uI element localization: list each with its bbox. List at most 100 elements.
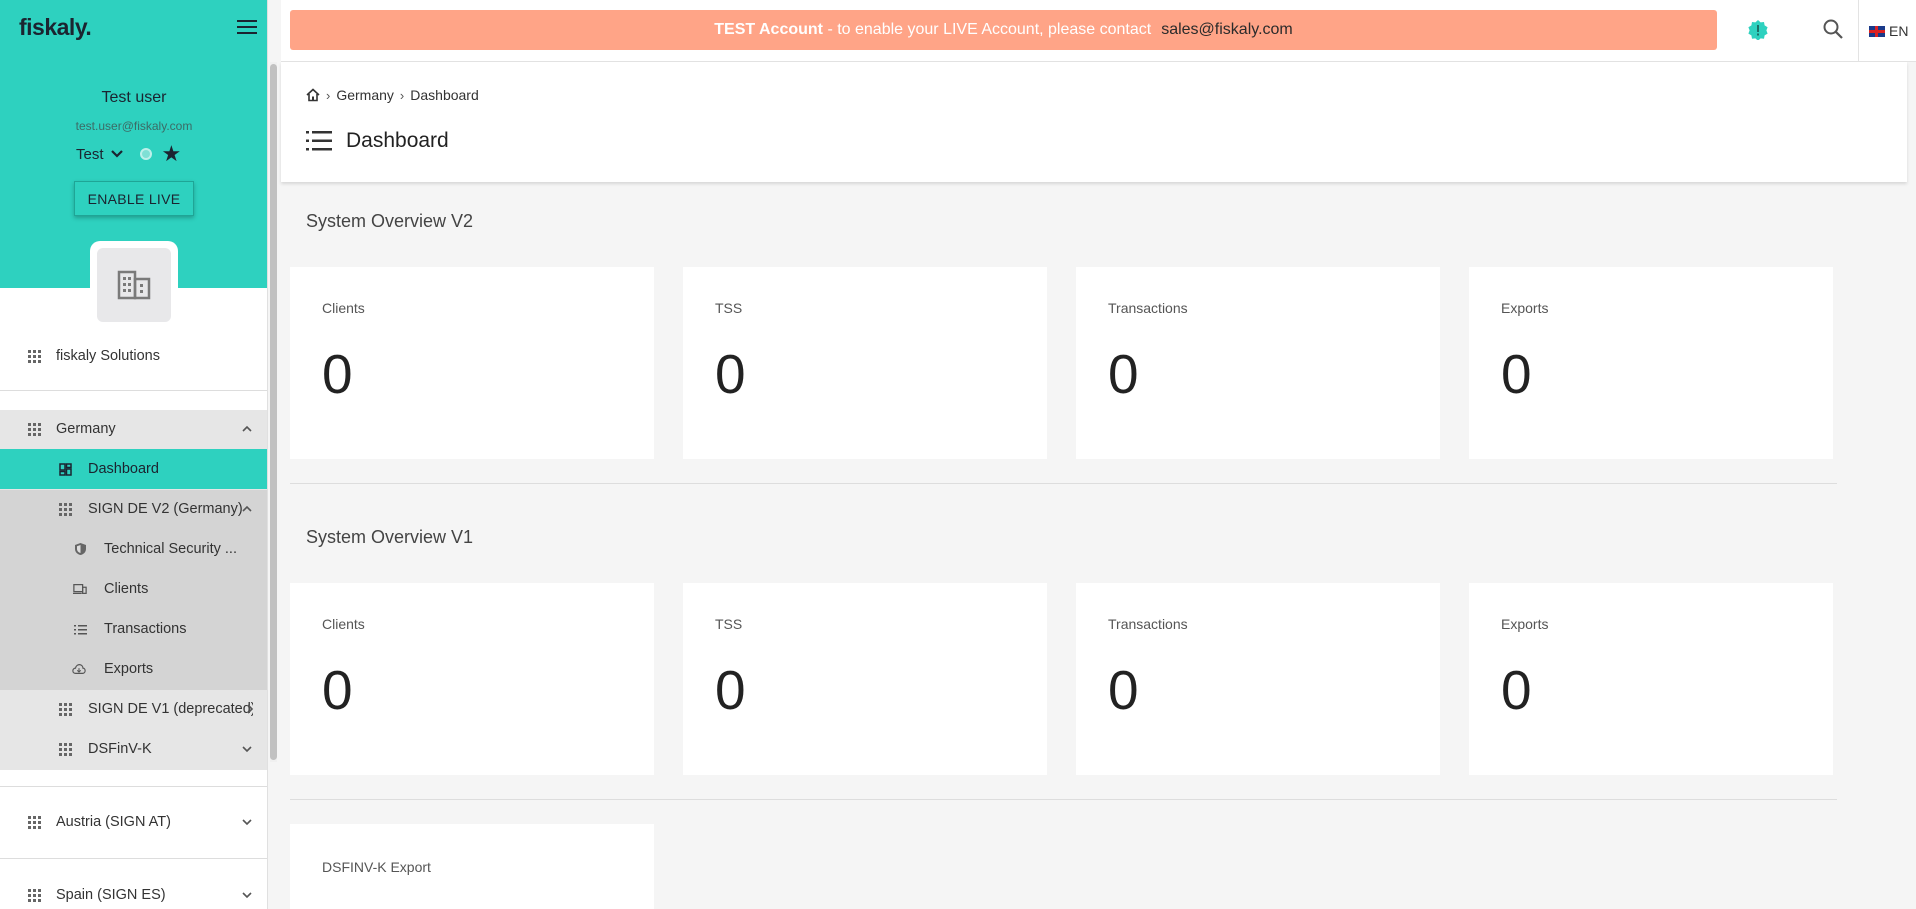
sidebar-item-clients[interactable]: Clients bbox=[0, 569, 267, 609]
building-icon bbox=[117, 270, 151, 300]
sidebar-scrollbar-thumb[interactable] bbox=[270, 64, 277, 760]
sidebar-item-germany[interactable]: Germany bbox=[0, 409, 267, 449]
stat-card-tss-v2[interactable]: TSS 0 bbox=[683, 267, 1047, 459]
chevron-right-icon: › bbox=[326, 87, 331, 103]
sidebar-item-label: fiskaly Solutions bbox=[56, 348, 160, 364]
chevron-up-icon bbox=[242, 425, 252, 432]
sidebar: fiskaly. Test user test.user@fiskaly.com… bbox=[0, 0, 268, 909]
sidebar-item-dashboard[interactable]: Dashboard bbox=[0, 449, 267, 489]
stat-label: Exports bbox=[1501, 616, 1549, 632]
sidebar-item-tss[interactable]: Technical Security ... bbox=[0, 529, 267, 569]
list-icon bbox=[73, 622, 87, 636]
dsfinvk-export-card[interactable]: DSFINV-K Export bbox=[290, 824, 654, 909]
environment-select[interactable]: Test bbox=[76, 146, 124, 163]
status-dot-icon bbox=[139, 148, 152, 160]
section-divider bbox=[290, 483, 1837, 484]
dashboard-icon bbox=[58, 462, 72, 476]
grid-icon bbox=[58, 702, 72, 716]
user-email: test.user@fiskaly.com bbox=[75, 119, 193, 133]
home-icon[interactable] bbox=[306, 88, 320, 102]
divider bbox=[0, 858, 267, 859]
stat-label: Clients bbox=[322, 300, 365, 316]
sidebar-item-org[interactable]: fiskaly Solutions bbox=[0, 336, 267, 376]
stat-value: 0 bbox=[322, 343, 353, 405]
stat-value: 0 bbox=[1108, 659, 1139, 721]
stat-card-exports-v1[interactable]: Exports 0 bbox=[1469, 583, 1833, 775]
page-title-row: Dashboard bbox=[306, 129, 449, 153]
numbered-list-icon bbox=[306, 131, 332, 151]
user-name: Test user bbox=[101, 89, 167, 106]
environment-row: Test ★ bbox=[76, 143, 181, 165]
section-divider bbox=[290, 799, 1837, 800]
page-header: › Germany › Dashboard Dashboard bbox=[281, 62, 1907, 182]
sidebar-item-spain[interactable]: Spain (SIGN ES) bbox=[0, 875, 267, 909]
sidebar-item-label: Germany bbox=[56, 421, 116, 437]
stat-label: DSFINV-K Export bbox=[322, 859, 431, 875]
stat-card-transactions-v2[interactable]: Transactions 0 bbox=[1076, 267, 1440, 459]
language-selector[interactable]: EN bbox=[1858, 0, 1908, 62]
grid-icon bbox=[27, 815, 41, 829]
chevron-down-icon bbox=[242, 819, 252, 826]
sidebar-item-dsfinvk[interactable]: DSFinV-K bbox=[0, 729, 267, 769]
cloud-download-icon bbox=[72, 662, 86, 676]
sidebar-item-exports[interactable]: Exports bbox=[0, 649, 267, 689]
breadcrumb: › Germany › Dashboard bbox=[306, 87, 479, 103]
grid-icon bbox=[58, 742, 72, 756]
stat-value: 0 bbox=[322, 659, 353, 721]
test-account-banner: TEST Account - to enable your LIVE Accou… bbox=[290, 10, 1717, 50]
shield-icon bbox=[73, 542, 87, 556]
sidebar-item-label: Dashboard bbox=[88, 461, 159, 477]
enable-live-button[interactable]: ENABLE LIVE bbox=[74, 181, 194, 216]
divider bbox=[0, 786, 267, 787]
fiskaly-logo[interactable]: fiskaly. bbox=[19, 14, 92, 41]
banner-text: - to enable your LIVE Account, please co… bbox=[823, 21, 1152, 38]
sidebar-item-label: Spain (SIGN ES) bbox=[56, 887, 166, 903]
menu-icon[interactable] bbox=[237, 20, 257, 36]
divider bbox=[0, 390, 267, 391]
stat-label: Transactions bbox=[1108, 616, 1188, 632]
stat-value: 0 bbox=[715, 343, 746, 405]
stat-card-clients-v2[interactable]: Clients 0 bbox=[290, 267, 654, 459]
stat-value: 0 bbox=[1501, 659, 1532, 721]
section-title-v2: System Overview V2 bbox=[306, 211, 474, 231]
stat-label: TSS bbox=[715, 300, 743, 316]
breadcrumb-item-country[interactable]: Germany bbox=[336, 87, 394, 103]
language-label: EN bbox=[1889, 23, 1909, 39]
sidebar-item-transactions[interactable]: Transactions bbox=[0, 609, 267, 649]
chevron-down-icon bbox=[242, 746, 252, 753]
stat-card-clients-v1[interactable]: Clients 0 bbox=[290, 583, 654, 775]
chevron-up-icon bbox=[242, 505, 252, 512]
grid-icon bbox=[58, 502, 72, 516]
stat-card-transactions-v1[interactable]: Transactions 0 bbox=[1076, 583, 1440, 775]
stat-value: 0 bbox=[715, 659, 746, 721]
grid-icon bbox=[27, 349, 41, 363]
grid-icon bbox=[27, 888, 41, 902]
chevron-down-icon bbox=[242, 892, 252, 899]
sidebar-item-sign-de-v2[interactable]: SIGN DE V2 (Germany) bbox=[0, 489, 267, 529]
chevron-right-icon bbox=[247, 704, 254, 714]
stat-value: 0 bbox=[1501, 343, 1532, 405]
sidebar-item-label: DSFinV-K bbox=[88, 741, 152, 757]
sidebar-item-austria[interactable]: Austria (SIGN AT) bbox=[0, 802, 267, 842]
search-icon[interactable] bbox=[1822, 18, 1844, 40]
page-title: Dashboard bbox=[346, 129, 449, 152]
stat-label: Clients bbox=[322, 616, 365, 632]
sidebar-item-label: Technical Security ... bbox=[104, 541, 237, 557]
star-icon[interactable]: ★ bbox=[162, 143, 182, 165]
sidebar-item-label: Transactions bbox=[104, 621, 187, 637]
stat-label: TSS bbox=[715, 616, 743, 632]
section-title-v1: System Overview V1 bbox=[306, 527, 474, 547]
stat-card-exports-v2[interactable]: Exports 0 bbox=[1469, 267, 1833, 459]
alert-badge-icon[interactable] bbox=[1748, 20, 1768, 40]
banner-email-link[interactable]: sales@fiskaly.com bbox=[1161, 21, 1293, 39]
top-bar: TEST Account - to enable your LIVE Accou… bbox=[281, 0, 1916, 62]
sidebar-item-label: SIGN DE V1 (deprecated) bbox=[88, 701, 253, 717]
stat-card-tss-v1[interactable]: TSS 0 bbox=[683, 583, 1047, 775]
sidebar-item-sign-de-v1[interactable]: SIGN DE V1 (deprecated) bbox=[0, 689, 267, 729]
stat-label: Transactions bbox=[1108, 300, 1188, 316]
organization-avatar[interactable] bbox=[90, 241, 178, 325]
sidebar-item-label: SIGN DE V2 (Germany) bbox=[88, 501, 243, 517]
chevron-down-icon bbox=[110, 150, 123, 158]
sidebar-item-label: Exports bbox=[104, 661, 154, 677]
grid-icon bbox=[27, 422, 41, 436]
